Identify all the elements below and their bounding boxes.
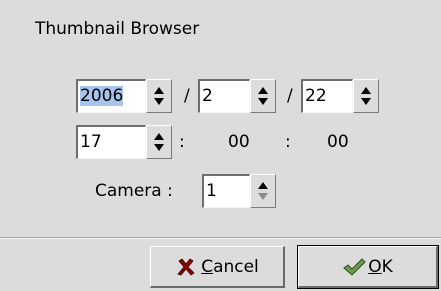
red-x-icon (175, 256, 197, 278)
month-input[interactable]: 2 (198, 79, 250, 113)
camera-value: 1 (206, 181, 217, 201)
hour-spin-buttons[interactable] (146, 125, 172, 159)
camera-input[interactable]: 1 (202, 174, 250, 208)
thumbnail-browser-dialog: Thumbnail Browser 2006 / 2 / 22 17: 00 … (0, 0, 441, 291)
month-spin-buttons[interactable] (250, 79, 276, 113)
updown-arrows-icon (154, 133, 164, 151)
time-colon: : (285, 132, 291, 152)
cancel-button[interactable]: Cancel (150, 246, 285, 288)
year-input[interactable]: 2006 (76, 79, 146, 113)
day-input[interactable]: 22 (301, 79, 353, 113)
year-spinbox[interactable]: 2006 (76, 79, 172, 113)
month-value: 2 (202, 86, 213, 106)
day-spin-buttons[interactable] (353, 79, 379, 113)
date-separator: / (287, 86, 293, 106)
dialog-title: Thumbnail Browser (35, 19, 200, 39)
year-value: 2006 (80, 86, 124, 106)
green-checkmark-icon (342, 256, 366, 278)
updown-arrows-icon (258, 182, 268, 200)
day-value: 22 (305, 86, 327, 106)
hour-value: 17 (80, 132, 102, 152)
ok-button[interactable]: OK (297, 245, 439, 289)
second-value: 00 (327, 132, 349, 152)
month-spinbox[interactable]: 2 (198, 79, 276, 113)
date-separator: / (184, 86, 190, 106)
time-colon: : (179, 132, 185, 152)
camera-spinbox[interactable]: 1 (202, 174, 276, 208)
hour-spinbox[interactable]: 17 (76, 125, 172, 159)
minute-value: 00 (228, 132, 250, 152)
camera-spin-buttons[interactable] (250, 174, 276, 208)
year-spin-buttons[interactable] (146, 79, 172, 113)
updown-arrows-icon (361, 87, 371, 105)
hour-input[interactable]: 17 (76, 125, 146, 159)
button-divider (0, 237, 441, 239)
camera-label: Camera : (95, 181, 173, 201)
updown-arrows-icon (258, 87, 268, 105)
ok-label: OK (368, 256, 393, 277)
day-spinbox[interactable]: 22 (301, 79, 379, 113)
updown-arrows-icon (154, 87, 164, 105)
cancel-label: Cancel (201, 256, 259, 277)
